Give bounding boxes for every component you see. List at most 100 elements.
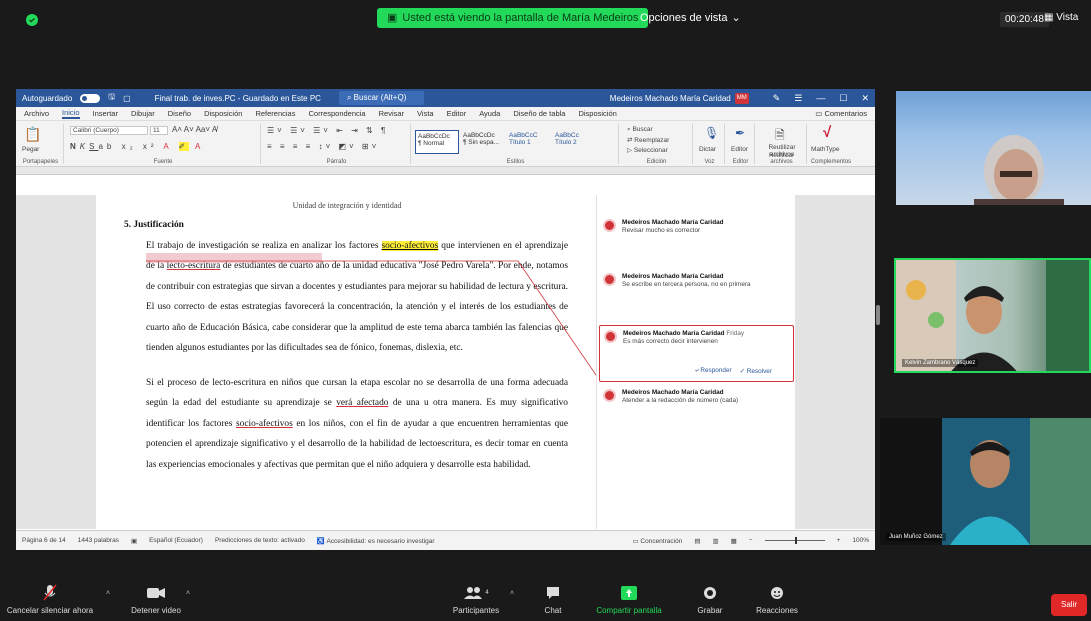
list-buttons[interactable]: ☰˅ ☰˅ ☰˅ ⇤ ⇥ ⇅ ¶ [267, 126, 388, 135]
style-no-spacing[interactable]: AaBbCcDc ¶ Sin espa... [461, 130, 505, 154]
style-heading-1[interactable]: AaBbCcC Título 1 [507, 130, 551, 154]
style-heading-2[interactable]: AaBbCc Título 2 [553, 130, 597, 154]
page-count[interactable]: Página 6 de 14 [22, 537, 66, 544]
share-screen-button[interactable]: Compartir pantalla [592, 584, 666, 615]
ribbon-tab[interactable]: Disposición [578, 109, 616, 118]
font-format-buttons[interactable]: NKSab x₂ x² A ✐ A [70, 142, 204, 151]
language[interactable]: Español (Ecuador) [149, 537, 203, 544]
group-label: Voz [704, 159, 715, 165]
stop-video-label: Detener video [131, 606, 181, 615]
ribbon-tab[interactable]: Diseño [168, 109, 191, 118]
search-box[interactable]: ⌕ Buscar (Alt+Q) [338, 91, 425, 105]
view-button[interactable]: ▦ Vista [1044, 12, 1078, 23]
text-predictions[interactable]: Predicciones de texto: activado [215, 537, 305, 544]
style-normal[interactable]: AaBbCcDc ¶ Normal [415, 130, 459, 154]
user-account[interactable]: Medeiros Machado María Caridad MM [609, 92, 749, 104]
ribbon-tab[interactable]: Disposición [204, 109, 242, 118]
font-size-select[interactable]: 11 [150, 126, 168, 135]
ribbon-tab[interactable]: Revisar [379, 109, 404, 118]
reactions-button[interactable]: Reacciones [750, 584, 804, 615]
editor-pen-icon[interactable]: ✒ [735, 126, 745, 140]
document-page[interactable]: Unidad de integración y identidad 5. Jus… [96, 195, 596, 529]
read-mode-icon[interactable]: ▤ [694, 537, 700, 545]
security-shield-icon[interactable] [26, 14, 38, 26]
maximize-icon[interactable]: ☐ [839, 93, 847, 104]
mathtype-icon[interactable]: √ [823, 124, 831, 141]
window-controls: ✎ ☰ — ☐ ✕ [773, 93, 869, 104]
replace-button[interactable]: ⇄ Reemplazar [627, 136, 669, 144]
ribbon-tab[interactable]: Archivo [24, 109, 49, 118]
microphone-muted-icon [4, 584, 96, 602]
ribbon-tab[interactable]: Referencias [255, 109, 295, 118]
print-layout-icon[interactable]: ▥ [712, 537, 718, 545]
comment-card-selected[interactable]: Medeiros Machado María Caridad Friday Es… [599, 325, 794, 382]
save-icon[interactable]: 🖫 [108, 91, 115, 105]
minimize-icon[interactable]: — [816, 93, 825, 104]
unmute-button[interactable]: Cancelar silenciar ahora [4, 584, 96, 615]
style-preview: AaBbCc [555, 132, 579, 139]
comment-time: Friday [726, 330, 745, 337]
comment-card[interactable]: Medeiros Machado María Caridad Se escrib… [603, 273, 791, 293]
participants-options-caret[interactable]: ˄ [510, 590, 514, 597]
participant-video-2[interactable]: Kelvin Zambrano Vásquez [894, 258, 1091, 373]
paragraph-group: ☰˅ ☰˅ ☰˅ ⇤ ⇥ ⇅ ¶ ≡ ≡ ≡ ≡ ↕˅ ◩˅ ⊞˅ Párraf… [263, 124, 411, 165]
autosave-toggle[interactable] [80, 93, 101, 103]
panel-resize-handle[interactable] [876, 305, 880, 325]
ribbon-tab[interactable]: Insertar [93, 109, 118, 118]
find-button[interactable]: ⌕ Buscar [627, 126, 653, 134]
participant-video-3[interactable]: Juan Muñoz Gómez [880, 418, 1091, 545]
ribbon-tab[interactable]: Editor [447, 109, 467, 118]
ribbon-tab[interactable]: Diseño de tabla [513, 109, 565, 118]
ruler[interactable] [16, 167, 875, 175]
comment-card[interactable]: Medeiros Machado María Caridad Revisar m… [603, 219, 791, 239]
record-button[interactable]: Grabar [690, 584, 730, 615]
chat-icon [538, 584, 568, 602]
font-name-select[interactable]: Calibri (Cuerpo) [70, 126, 148, 135]
proofing-icon[interactable]: ▣ [131, 537, 137, 545]
ribbon-display-icon[interactable]: ☰ [794, 93, 802, 104]
ribbon-tab[interactable]: Inicio [62, 108, 80, 119]
accessibility[interactable]: ♿ Accesibilidad: es necesario investigar [317, 537, 435, 545]
word-count[interactable]: 1443 palabras [78, 537, 119, 544]
comments-tab[interactable]: ▭ Comentarios [815, 109, 867, 118]
chat-button[interactable]: Chat [538, 584, 568, 615]
zoom-level[interactable]: 100% [852, 537, 869, 544]
ribbon-tab[interactable]: Ayuda [479, 109, 500, 118]
font-grow-shrink-icons[interactable]: A˄ A˅ Aa˅ A̸ [172, 125, 217, 134]
record-label: Grabar [697, 606, 723, 615]
ribbon-tab[interactable]: Vista [417, 109, 434, 118]
ribbon-tab[interactable]: Correspondencia [308, 109, 365, 118]
microphone-icon[interactable]: 🎙 [704, 126, 719, 140]
paste-icon[interactable]: 📋 [24, 126, 41, 143]
participants-button[interactable]: 4 Participantes [448, 584, 504, 615]
reply-label: Responder [700, 367, 732, 374]
ribbon-tabs: Archivo Inicio Insertar Dibujar Diseño Dispos… [16, 107, 875, 121]
resolve-button[interactable]: ✓ Resolver [740, 367, 772, 375]
video-options-caret[interactable]: ˄ [186, 590, 190, 597]
audio-options-caret[interactable]: ˄ [106, 590, 110, 597]
align-buttons[interactable]: ≡ ≡ ≡ ≡ ↕˅ ◩˅ ⊞˅ [267, 142, 379, 151]
leave-button[interactable]: Salir [1051, 594, 1087, 616]
ribbon-tab[interactable]: Dibujar [131, 109, 155, 118]
zoom-out-icon[interactable]: − [749, 537, 753, 544]
group-label: Párrafo [326, 159, 347, 165]
search-placeholder: Buscar (Alt+Q) [353, 93, 407, 102]
participant-video-1[interactable] [896, 91, 1091, 205]
reply-button[interactable]: ⤶ Responder [695, 367, 732, 375]
user-name: Medeiros Machado María Caridad [609, 93, 731, 103]
chat-label: Chat [544, 606, 562, 615]
focus-mode[interactable]: ▭ Concentración [632, 537, 682, 545]
comment-card[interactable]: Medeiros Machado María Caridad Atender a… [603, 389, 791, 409]
pen-icon[interactable]: ✎ [773, 93, 781, 104]
autosave-label: Autoguardado [22, 93, 73, 103]
zoom-in-icon[interactable]: + [837, 537, 841, 544]
select-button[interactable]: ▷ Seleccionar [627, 146, 668, 154]
view-options-dropdown[interactable]: Opciones de vista ⌄ [640, 8, 741, 28]
web-layout-icon[interactable]: ▦ [731, 537, 737, 545]
para2-underline-2: socio-afectivos [235, 418, 293, 429]
comment-text: Se escribe en tercera persona, no en pri… [622, 281, 751, 288]
stop-video-button[interactable]: Detener video [126, 584, 186, 615]
font-group: Calibri (Cuerpo) 11 A˄ A˅ Aa˅ A̸ NKSab x… [66, 124, 261, 165]
zoom-slider[interactable] [764, 537, 825, 544]
close-icon[interactable]: ✕ [861, 93, 869, 104]
